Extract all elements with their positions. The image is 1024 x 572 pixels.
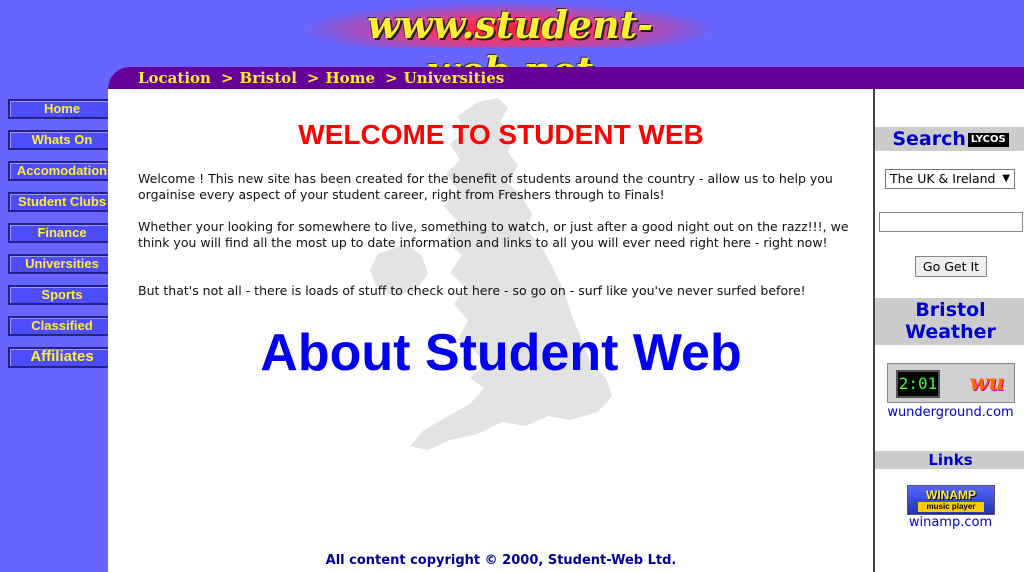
weather-heading-line2: Weather	[905, 321, 996, 343]
nav-affiliates-button[interactable]: Affiliates	[8, 347, 116, 368]
wunderground-logo: wu	[969, 370, 1005, 396]
nav-whats-on-button[interactable]: Whats On	[8, 130, 116, 150]
site-logo[interactable]: www.student-web.net	[300, 2, 720, 93]
winamp-title: WINAMP	[926, 488, 976, 502]
breadcrumb-separator: >	[306, 69, 320, 87]
main-content: WELCOME TO STUDENT WEB Welcome ! This ne…	[108, 89, 874, 572]
right-sidebar: Search LYCOS The UK & Ireland ▼ Go Get It…	[873, 89, 1024, 572]
nav-classified-button[interactable]: Classified	[8, 316, 116, 336]
nav-sports-button[interactable]: Sports	[8, 285, 116, 305]
breadcrumb-bristol[interactable]: Bristol	[240, 69, 297, 87]
breadcrumb-home[interactable]: Home	[325, 69, 375, 87]
left-nav: Home Whats On Accomodation Student Clubs…	[8, 99, 120, 379]
weather-heading-line1: Bristol	[915, 299, 986, 321]
breadcrumb-separator: >	[220, 69, 234, 87]
breadcrumb: Location > Bristol > Home > Universities	[138, 69, 510, 89]
nav-universities-button[interactable]: Universities	[8, 254, 116, 274]
nav-home-button[interactable]: Home	[8, 99, 116, 119]
info-paragraph: Whether your looking for somewhere to li…	[138, 219, 849, 250]
search-title: Search	[892, 128, 966, 150]
nav-finance-button[interactable]: Finance	[8, 223, 116, 243]
go-get-it-button[interactable]: Go Get It	[915, 256, 987, 277]
region-select-value: The UK & Ireland	[890, 171, 996, 186]
links-heading: Links	[875, 451, 1024, 469]
breadcrumb-universities[interactable]: Universities	[404, 69, 505, 87]
nav-student-clubs-button[interactable]: Student Clubs	[8, 192, 116, 212]
weather-widget[interactable]: 2:01 wu	[887, 363, 1015, 403]
weather-clock: 2:01	[896, 370, 940, 398]
search-input[interactable]	[879, 212, 1023, 232]
welcome-paragraph: Welcome ! This new site has been created…	[138, 171, 833, 202]
copyright-notice: All content copyright © 2000, Student-We…	[325, 553, 677, 568]
winamp-subtitle: music player	[918, 502, 984, 512]
winamp-banner[interactable]: WINAMP music player	[907, 485, 995, 515]
lycos-logo: LYCOS	[967, 133, 1009, 147]
region-select[interactable]: The UK & Ireland ▼	[885, 169, 1015, 189]
wunderground-link[interactable]: wunderground.com	[875, 405, 1024, 420]
nav-accomodation-button[interactable]: Accomodation	[8, 161, 116, 181]
breadcrumb-location: Location	[138, 69, 211, 87]
winamp-link[interactable]: winamp.com	[875, 515, 1024, 530]
about-heading[interactable]: About Student Web	[108, 323, 894, 383]
chevron-down-icon: ▼	[1002, 173, 1010, 184]
breadcrumb-separator: >	[385, 69, 398, 87]
weather-heading: Bristol Weather	[875, 298, 1024, 345]
search-heading: Search LYCOS	[875, 127, 1024, 151]
welcome-heading: WELCOME TO STUDENT WEB	[298, 119, 704, 150]
more-paragraph: But that's not all - there is loads of s…	[138, 283, 806, 298]
